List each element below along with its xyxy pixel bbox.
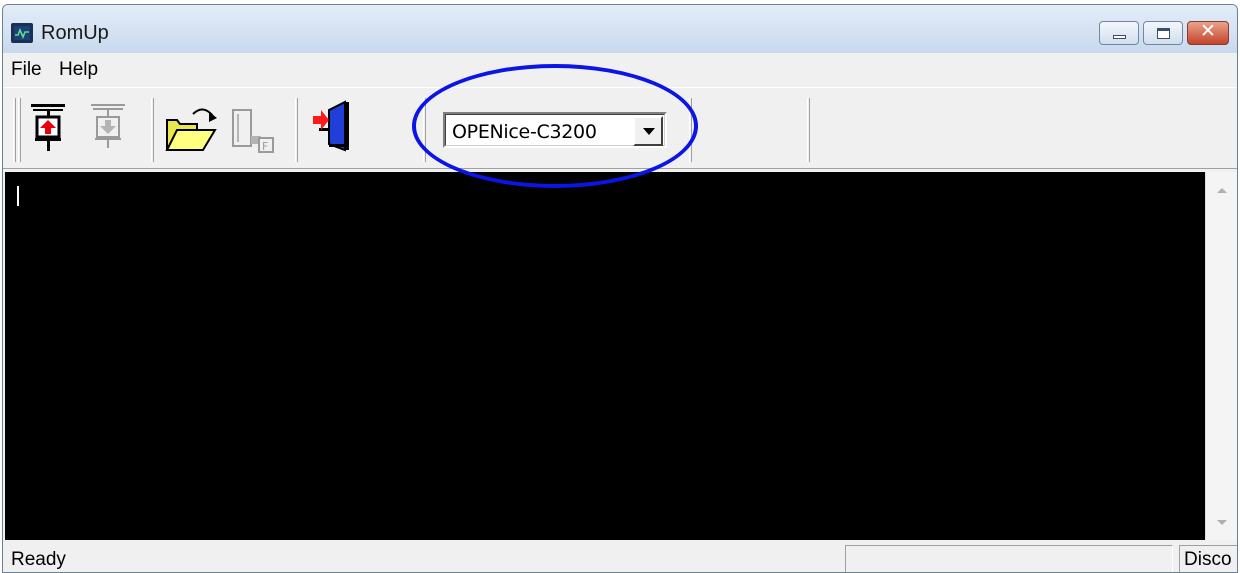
upload-to-chip-icon: [31, 104, 65, 151]
minimize-icon: [1113, 35, 1126, 39]
annotation-ellipse: [412, 64, 698, 188]
status-bar: Ready Disco: [3, 541, 1237, 572]
exit-door-icon: [313, 100, 349, 152]
svg-text:F: F: [262, 140, 268, 153]
menu-file[interactable]: File: [11, 59, 42, 81]
close-button[interactable]: ✕: [1187, 20, 1229, 45]
open-folder-icon: [165, 108, 217, 151]
status-pane-connection: Disco: [1179, 545, 1237, 572]
menu-help[interactable]: Help: [59, 59, 98, 81]
vertical-scrollbar[interactable]: [1205, 172, 1237, 540]
status-text: Ready: [11, 549, 66, 570]
download-from-chip-icon: [91, 104, 125, 148]
maximize-icon: [1157, 28, 1170, 39]
scroll-up-icon[interactable]: [1206, 176, 1237, 204]
exit-button[interactable]: [307, 100, 355, 158]
toolbar-grip: [18, 98, 21, 162]
window-controls: ✕: [1099, 20, 1229, 45]
close-icon: ✕: [1200, 20, 1216, 42]
maximize-button[interactable]: [1143, 21, 1183, 45]
status-pane-empty: [845, 545, 1173, 572]
scroll-down-icon[interactable]: [1206, 508, 1237, 536]
flash-file-button[interactable]: F: [225, 100, 274, 158]
toolbar-separator: [807, 98, 810, 162]
output-console[interactable]: [5, 172, 1205, 540]
toolbar-grip[interactable]: [13, 98, 16, 162]
text-cursor: [17, 186, 19, 206]
download-button[interactable]: [85, 100, 133, 158]
oscilloscope-icon[interactable]: [11, 23, 33, 43]
flash-file-icon: F: [232, 109, 274, 153]
minimize-button[interactable]: [1099, 21, 1139, 45]
connection-status: Disco: [1184, 549, 1232, 570]
upload-button[interactable]: [25, 100, 73, 158]
toolbar-separator: [295, 98, 298, 162]
window-title: RomUp: [41, 22, 109, 44]
open-button[interactable]: [163, 100, 217, 158]
title-bar[interactable]: RomUp ✕: [3, 5, 1237, 53]
toolbar-separator: [151, 98, 154, 162]
